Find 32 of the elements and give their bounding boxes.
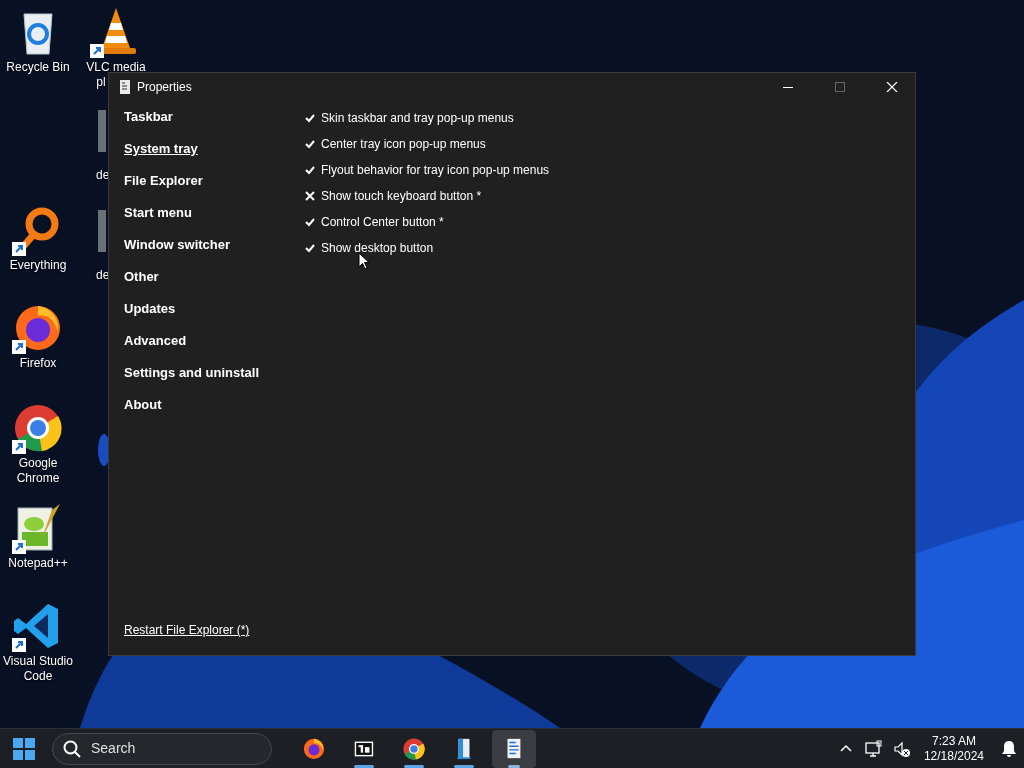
icon-label: VLC media (86, 60, 146, 75)
icon-label: de (96, 168, 110, 183)
nav-link[interactable]: About (124, 393, 162, 425)
icon-label: Visual Studio Code (2, 654, 74, 684)
icon-label: Notepad++ (8, 556, 68, 571)
nav-link[interactable]: Other (124, 265, 159, 297)
nav-link[interactable]: Updates (124, 297, 176, 329)
option-label[interactable]: Flyout behavior for tray icon pop-up menus (321, 161, 550, 179)
nav-link[interactable]: Settings and uninstall (124, 361, 260, 393)
nav-link[interactable]: File Explorer (124, 169, 203, 201)
option-label[interactable]: Show touch keyboard button * (321, 187, 482, 205)
option-label[interactable]: Control Center button * (321, 213, 444, 231)
icon-label: Everything (9, 258, 67, 273)
window-title: Properties (137, 79, 192, 96)
icon-label: pl (96, 75, 106, 90)
option-label[interactable]: Skin taskbar and tray pop-up menus (321, 109, 514, 127)
nav-link[interactable]: Advanced (124, 329, 187, 361)
icon-label: Google Chrome (15, 456, 61, 486)
search-bar[interactable]: Search (52, 732, 272, 765)
option-label[interactable]: Show desktop button (321, 239, 434, 257)
clock-date[interactable]: 12/18/2024 (923, 748, 984, 764)
icon-label: Recycle Bin (6, 60, 70, 75)
search-field[interactable]: Search (89, 737, 239, 760)
nav-link[interactable]: Taskbar (124, 105, 173, 137)
nav-link[interactable]: Window switcher (124, 233, 231, 265)
icon-label: de (96, 268, 110, 283)
option-label[interactable]: Center tray icon pop-up menus (321, 135, 486, 153)
nav-link[interactable]: System tray (124, 137, 198, 169)
icon-label: Firefox (19, 356, 57, 371)
restart-link[interactable]: Restart File Explorer (*) (124, 623, 250, 637)
nav-link[interactable]: Start menu (124, 201, 192, 233)
clock-time[interactable]: 7:23 AM (923, 733, 984, 749)
